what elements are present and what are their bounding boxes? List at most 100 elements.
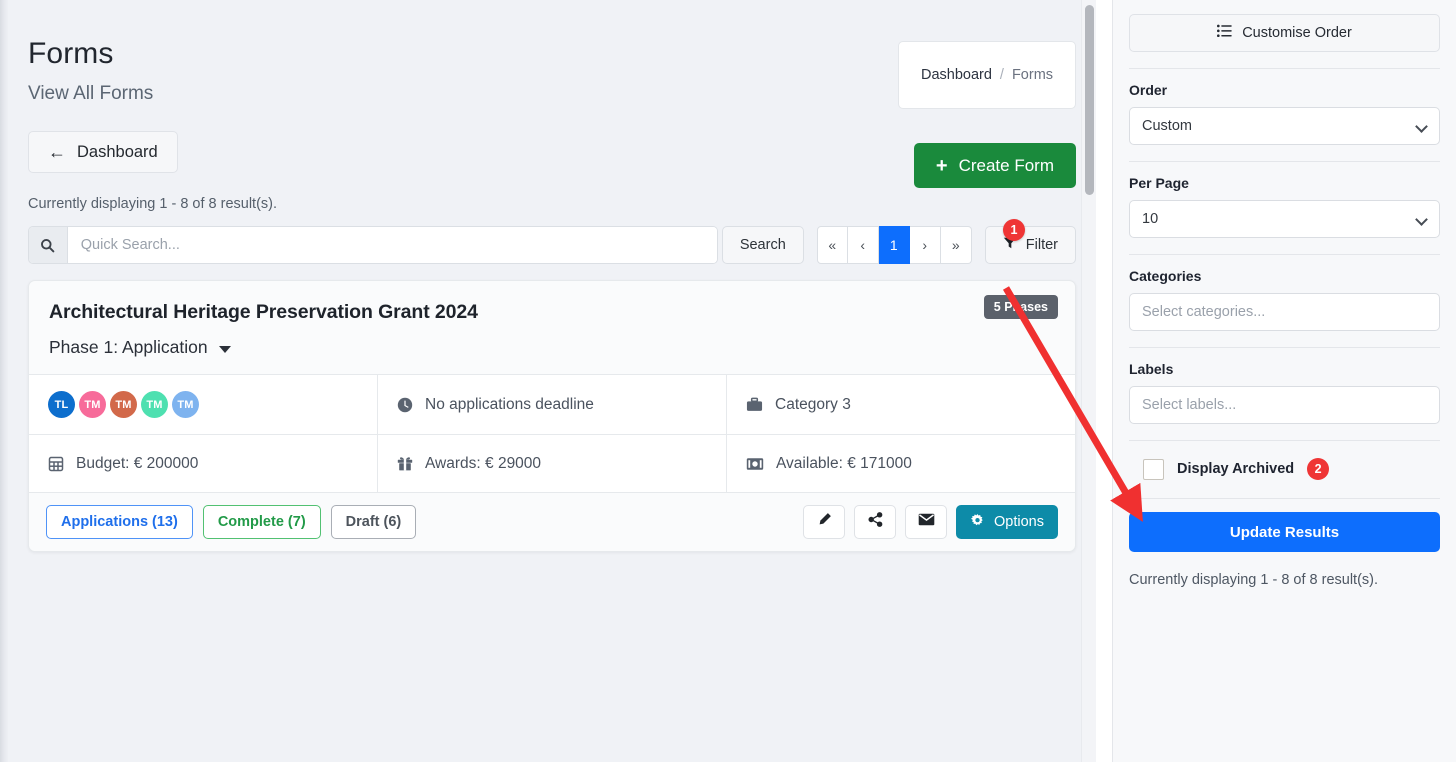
awards-cell: Awards: € 29000 <box>377 435 726 492</box>
deadline-cell: No applications deadline <box>377 375 726 434</box>
order-select[interactable]: Custom <box>1129 107 1440 145</box>
pagination-next[interactable]: › <box>909 226 941 264</box>
results-count: Currently displaying 1 - 8 of 8 result(s… <box>28 196 278 212</box>
create-form-label: Create Form <box>958 155 1054 175</box>
breadcrumb: Dashboard / Forms <box>898 41 1076 109</box>
display-archived-label: Display Archived <box>1177 461 1295 477</box>
deadline-text: No applications deadline <box>425 395 594 413</box>
avatar[interactable]: TM <box>141 391 168 418</box>
arrow-left-icon: ← <box>48 142 66 162</box>
pagination: « ‹ 1 › » <box>816 226 972 264</box>
annotation-badge-2: 2 <box>1307 458 1330 480</box>
pagination-prev[interactable]: ‹ <box>847 226 879 264</box>
pencil-icon <box>817 512 832 532</box>
share-icon <box>867 512 883 532</box>
avatar[interactable]: TM <box>172 391 199 418</box>
categories-input[interactable]: Select categories... <box>1129 293 1440 331</box>
order-label: Order <box>1129 82 1168 98</box>
create-form-button[interactable]: + Create Form <box>913 143 1076 188</box>
available-cell: Available: € 171000 <box>726 435 1075 492</box>
search-button[interactable]: Search <box>721 226 804 264</box>
customise-order-label: Customise Order <box>1242 25 1352 41</box>
gift-icon <box>397 456 413 472</box>
labels-input[interactable]: Select labels... <box>1129 386 1440 424</box>
phase-label: Phase 1: Application <box>49 337 208 357</box>
form-card: Architectural Heritage Preservation Gran… <box>28 280 1076 552</box>
form-card-footer: Applications (13) Complete (7) Draft (6) <box>29 492 1075 551</box>
category-text: Category 3 <box>775 395 851 413</box>
annotation-badge-1: 1 <box>1003 219 1025 241</box>
share-icon-button[interactable] <box>854 505 897 539</box>
labels-label: Labels <box>1129 361 1174 377</box>
divider <box>1129 68 1440 69</box>
app-root: Forms View All Forms Dashboard / Forms ←… <box>0 0 1456 762</box>
phase-selector[interactable]: Phase 1: Application <box>49 337 231 358</box>
order-value: Custom <box>1142 118 1192 134</box>
edit-icon-button[interactable] <box>803 505 846 539</box>
avatar[interactable]: TM <box>79 391 106 418</box>
options-label: Options <box>994 514 1044 530</box>
dashboard-back-button[interactable]: ← Dashboard <box>28 131 178 173</box>
chevron-down-icon <box>1415 120 1428 133</box>
main-content: Forms View All Forms Dashboard / Forms ←… <box>8 0 1096 762</box>
update-results-button[interactable]: Update Results <box>1129 512 1440 552</box>
budget-cell: Budget: € 200000 <box>29 435 377 492</box>
breadcrumb-dashboard-link[interactable]: Dashboard <box>921 67 992 83</box>
main-scrollbar[interactable] <box>1081 0 1096 762</box>
clock-icon <box>397 397 413 413</box>
complete-tab[interactable]: Complete (7) <box>202 505 321 539</box>
applications-tab[interactable]: Applications (13) <box>46 505 193 539</box>
avatar[interactable]: TL <box>48 391 75 418</box>
options-button[interactable]: Options <box>956 505 1058 539</box>
budget-text: Budget: € 200000 <box>76 454 199 472</box>
filter-sidebar: Customise Order Order Custom Per Page 10… <box>1112 0 1456 762</box>
breadcrumb-current: Forms <box>1011 67 1054 83</box>
category-cell: Category 3 <box>726 375 1075 434</box>
envelope-icon <box>918 513 935 531</box>
per-page-value: 10 <box>1142 211 1159 227</box>
team-avatars-cell: TL TM TM TM TM <box>29 375 377 434</box>
divider <box>1129 347 1440 348</box>
pagination-page-1[interactable]: 1 <box>878 226 910 264</box>
search-input[interactable] <box>67 227 717 263</box>
plus-icon: + <box>935 154 948 177</box>
status-tabs: Applications (13) Complete (7) Draft (6) <box>46 505 417 539</box>
form-card-details: TL TM TM TM TM No applications deadline … <box>29 374 1075 492</box>
chevron-down-icon <box>1415 213 1428 226</box>
left-gutter <box>0 0 8 762</box>
divider <box>1129 254 1440 255</box>
card-actions: Options <box>803 505 1058 539</box>
avatar[interactable]: TM <box>110 391 137 418</box>
display-archived-checkbox[interactable] <box>1143 458 1164 480</box>
details-row-1: TL TM TM TM TM No applications deadline … <box>29 375 1075 434</box>
pagination-first[interactable]: « <box>816 226 848 264</box>
form-title: Architectural Heritage Preservation Gran… <box>49 301 478 323</box>
banknote-icon <box>746 457 764 471</box>
pagination-last[interactable]: » <box>940 226 972 264</box>
available-text: Available: € 171000 <box>776 454 912 472</box>
awards-text: Awards: € 29000 <box>425 454 542 472</box>
email-icon-button[interactable] <box>905 505 948 539</box>
per-page-select[interactable]: 10 <box>1129 200 1440 238</box>
dashboard-back-label: Dashboard <box>77 142 158 161</box>
search-group <box>28 226 718 264</box>
display-archived-row: Display Archived 2 <box>1129 454 1440 482</box>
details-row-2: Budget: € 200000 Awards: € 29000 Availab… <box>29 434 1075 492</box>
categories-placeholder: Select categories... <box>1142 304 1266 320</box>
gear-icon <box>970 513 985 532</box>
filter-button[interactable]: Filter <box>984 226 1076 264</box>
divider <box>1129 161 1440 162</box>
categories-label: Categories <box>1129 268 1202 284</box>
scrollbar-thumb[interactable] <box>1085 5 1094 195</box>
breadcrumb-separator: / <box>999 67 1004 83</box>
sidebar-results-count: Currently displaying 1 - 8 of 8 result(s… <box>1129 572 1379 588</box>
draft-tab[interactable]: Draft (6) <box>330 505 417 539</box>
list-icon <box>1217 24 1232 42</box>
avatar-group: TL TM TM TM TM <box>48 391 199 418</box>
filter-label: Filter <box>1025 237 1058 253</box>
form-card-header: Architectural Heritage Preservation Gran… <box>29 281 1075 374</box>
customise-order-button[interactable]: Customise Order <box>1129 14 1440 52</box>
phases-badge: 5 Phases <box>983 295 1058 319</box>
per-page-label: Per Page <box>1129 175 1189 191</box>
chevron-down-icon <box>218 345 231 353</box>
